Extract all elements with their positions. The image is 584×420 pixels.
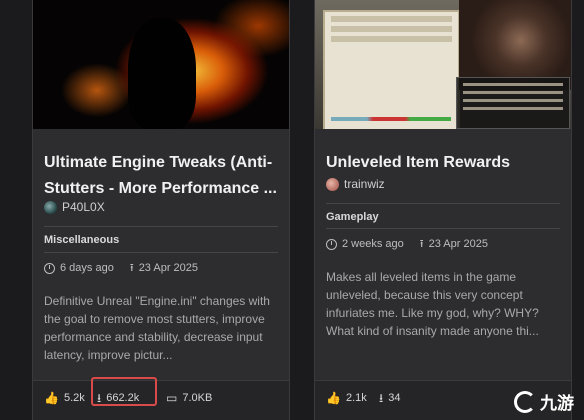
published-date: 23 Apr 2025 xyxy=(138,262,199,274)
mod-author[interactable]: P40L0X xyxy=(44,200,105,214)
clock-icon xyxy=(326,238,337,250)
endorsement-stat[interactable]: 👍 5.2k xyxy=(44,389,85,407)
endorsement-count: 2.1k xyxy=(345,392,367,404)
mod-stats-bar: 👍 5.2k ⭳ 662.2k ▭ 7.0KB xyxy=(33,380,289,420)
published-date: 23 Apr 2025 xyxy=(428,238,488,250)
download-highlight-box xyxy=(91,377,157,406)
download-icon: ⭳ xyxy=(379,390,384,405)
divider xyxy=(326,203,560,204)
mod-dates: 2 weeks ago ⭱ 23 Apr 2025 xyxy=(326,238,488,250)
mod-category[interactable]: Miscellaneous xyxy=(44,234,119,246)
author-name[interactable]: trainwiz xyxy=(344,177,385,191)
upload-icon: ⭱ xyxy=(419,237,424,250)
download-count: 34 xyxy=(388,392,401,404)
watermark-text: 九游 xyxy=(540,394,574,413)
thumbnail-silhouette xyxy=(128,18,196,129)
author-avatar xyxy=(326,177,339,191)
mod-title[interactable]: Unleveled Item Rewards xyxy=(326,150,566,176)
thumbnail-effects-box xyxy=(456,77,570,129)
download-stat[interactable]: ⭳ 34 xyxy=(379,389,400,407)
divider xyxy=(44,226,278,227)
site-watermark: 九游 xyxy=(514,389,574,414)
mod-category[interactable]: Gameplay xyxy=(326,211,379,223)
thumbs-up-icon: 👍 xyxy=(44,390,59,405)
divider xyxy=(44,252,278,253)
divider xyxy=(326,228,560,229)
thumbs-up-icon: 👍 xyxy=(326,390,341,405)
mod-title[interactable]: Ultimate Engine Tweaks (Anti-Stutters - … xyxy=(44,150,284,202)
mod-card-unleveled-item-rewards[interactable]: Unleveled Item Rewards trainwiz Gameplay… xyxy=(314,0,572,420)
watermark-logo-icon xyxy=(514,390,536,413)
updated-date: 2 weeks ago xyxy=(342,238,404,250)
mod-thumbnail[interactable] xyxy=(33,0,289,129)
file-size: 7.0KB xyxy=(182,392,213,404)
author-name[interactable]: P40L0X xyxy=(62,200,105,214)
endorsement-stat[interactable]: 👍 2.1k xyxy=(326,389,367,407)
mod-card-ultimate-engine-tweaks[interactable]: Ultimate Engine Tweaks (Anti-Stutters - … xyxy=(32,0,290,420)
mod-thumbnail[interactable] xyxy=(315,0,571,129)
thumbnail-menu-panel xyxy=(323,10,460,129)
hard-drive-icon: ▭ xyxy=(166,390,178,405)
mod-author[interactable]: trainwiz xyxy=(326,177,385,191)
endorsement-count: 5.2k xyxy=(63,392,85,404)
mod-description: Makes all leveled items in the game unle… xyxy=(326,270,539,338)
clock-icon xyxy=(44,262,55,274)
mod-description: Definitive Unreal "Engine.ini" changes w… xyxy=(44,294,270,362)
size-stat: ▭ 7.0KB xyxy=(166,389,212,407)
upload-icon: ⭱ xyxy=(129,261,134,274)
mod-dates: 6 days ago ⭱ 23 Apr 2025 xyxy=(44,262,198,274)
author-avatar xyxy=(44,200,57,214)
updated-date: 6 days ago xyxy=(60,262,114,274)
